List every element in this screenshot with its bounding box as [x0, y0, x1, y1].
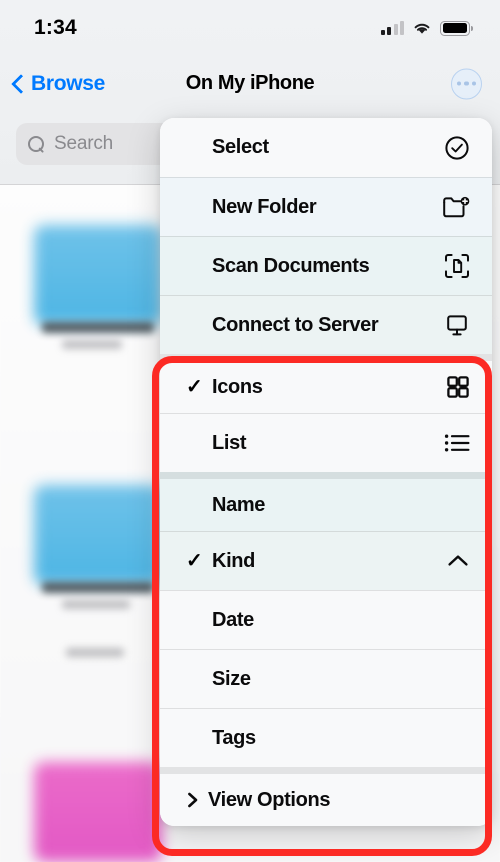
checkmark-icon: ✓: [186, 550, 203, 572]
menu-item-label: Select: [212, 136, 269, 158]
menu-item-size[interactable]: ✓ Size: [160, 649, 492, 708]
menu-item-label: Connect to Server: [212, 313, 379, 336]
navigation-bar: Browse On My iPhone: [0, 56, 500, 111]
back-button[interactable]: Browse: [12, 72, 105, 96]
menu-item-label: Size: [212, 667, 251, 690]
search-icon: [28, 135, 45, 153]
folder-label-2: [42, 582, 154, 593]
menu-item-icons[interactable]: ✓ Icons: [160, 354, 492, 413]
menu-item-date[interactable]: ✓ Date: [160, 590, 492, 649]
menu-item-scan-documents[interactable]: ✓ Scan Documents: [160, 236, 492, 295]
ellipsis-circle-icon[interactable]: [451, 68, 482, 99]
no-icon: [440, 724, 470, 752]
iphone-screen: 1:34 Browse On My iPhone Search Select N…: [0, 0, 500, 862]
display-icon: [440, 311, 470, 339]
folder-sublabel-2: [62, 600, 130, 609]
no-icon: [440, 606, 470, 634]
square-grid-2x2-icon: [440, 373, 470, 401]
folder-icon-blue-2[interactable]: [34, 485, 162, 585]
status-bar: 1:34: [0, 0, 500, 56]
chevron-up-icon: [440, 547, 470, 575]
no-icon: [440, 491, 470, 519]
menu-item-label: List: [212, 431, 247, 454]
menu-item-name[interactable]: ✓ Name: [160, 472, 492, 531]
folder-badge-plus-icon: [440, 193, 470, 221]
menu-item-view-options[interactable]: View Options: [160, 767, 492, 826]
folder-sublabel-2b: [66, 648, 124, 657]
menu-item-label: Name: [212, 493, 266, 516]
status-time: 1:34: [34, 16, 77, 39]
checkmark-icon: ✓: [186, 376, 203, 398]
menu-item-new-folder[interactable]: ✓ New Folder: [160, 177, 492, 236]
doc-viewfinder-icon: [440, 252, 470, 280]
search-placeholder: Search: [54, 133, 114, 154]
status-icons: [380, 20, 474, 36]
menu-item-kind[interactable]: ✓ Kind: [160, 531, 492, 590]
menu-item-label: View Options: [208, 788, 331, 811]
battery-full-icon: [440, 20, 474, 36]
menu-item-select[interactable]: ✓ Select: [160, 118, 492, 177]
wifi-icon: [414, 23, 430, 34]
no-icon: [440, 665, 470, 693]
chevron-right-icon: [186, 791, 208, 809]
menu-item-list[interactable]: ✓ List: [160, 413, 492, 472]
menu-item-label: Scan Documents: [212, 254, 370, 277]
folder-icon-pink-1[interactable]: [34, 762, 162, 862]
menu-item-label: Icons: [212, 375, 263, 398]
menu-item-tags[interactable]: ✓ Tags: [160, 708, 492, 767]
chevron-left-icon: [12, 74, 24, 94]
folder-icon-blue-1[interactable]: [34, 225, 162, 325]
menu-item-label: New Folder: [212, 195, 317, 218]
menu-item-connect-to-server[interactable]: ✓ Connect to Server: [160, 295, 492, 354]
list-bullet-icon: [440, 429, 470, 457]
folder-label-1: [42, 322, 154, 333]
menu-item-label: Kind: [212, 549, 256, 572]
folder-sublabel-1: [62, 340, 122, 349]
menu-item-label: Tags: [212, 726, 256, 749]
no-icon: [440, 786, 470, 814]
cellular-signal-icon: [380, 21, 404, 35]
context-menu[interactable]: ✓ Select ✓ New Folder ✓: [160, 118, 492, 826]
menu-item-label: Date: [212, 608, 254, 631]
checkmark-circle-icon: [440, 134, 470, 162]
back-button-label: Browse: [31, 71, 106, 95]
